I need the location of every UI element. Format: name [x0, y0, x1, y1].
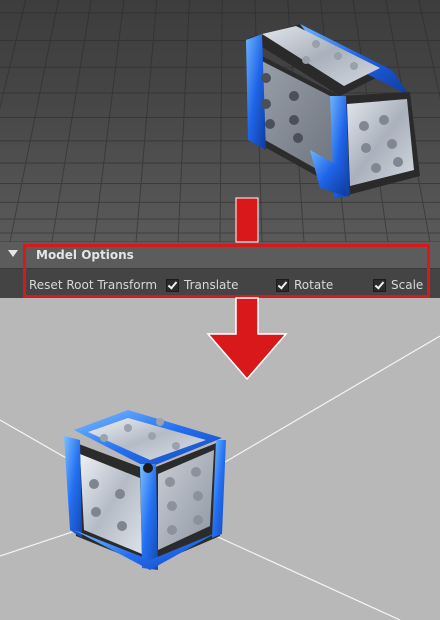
- red-down-arrow: [206, 197, 288, 381]
